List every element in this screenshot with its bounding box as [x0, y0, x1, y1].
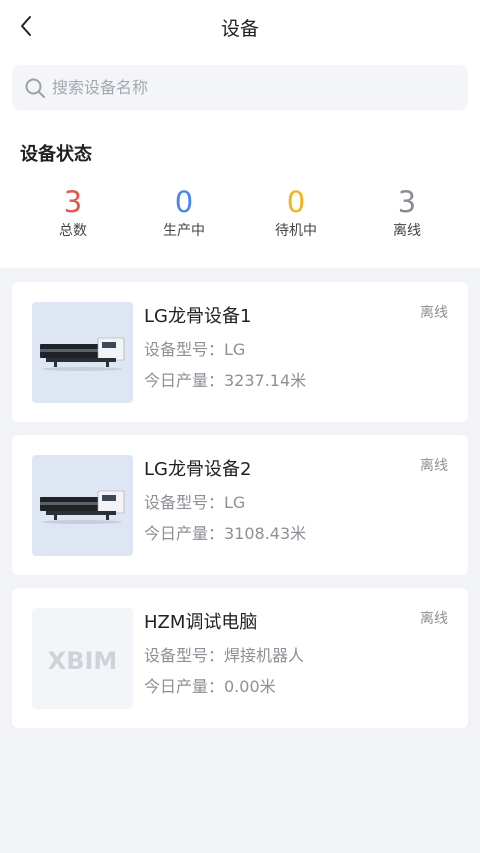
search-bar[interactable]: [12, 65, 468, 110]
stat-producing-label: 生产中: [163, 223, 205, 239]
device-status: 离线: [420, 305, 448, 321]
xbim-logo-text: XBIM: [48, 647, 118, 675]
device-model: 设备型号：焊接机器人: [144, 646, 305, 665]
stat-standby[interactable]: 0 待机中: [241, 186, 351, 240]
device-card[interactable]: LG龙骨设备1 设备型号：LG 今日产量：3237.14米 离线: [12, 282, 468, 422]
stat-total-value: 3: [63, 185, 83, 219]
device-machine-image: [32, 302, 133, 403]
nav-bar: 设备: [0, 0, 480, 54]
stat-total-label: 总数: [59, 223, 87, 239]
stat-offline-label: 离线: [393, 223, 421, 239]
stat-standby-value: 0: [286, 185, 306, 219]
stat-producing-value: 0: [174, 185, 194, 219]
status-section-title: 设备状态: [20, 144, 92, 165]
stat-total[interactable]: 3 总数: [18, 186, 128, 240]
device-card[interactable]: XBIM HZM调试电脑 设备型号：焊接机器人 今日产量：0.00米 离线: [12, 588, 468, 728]
stat-offline-value: 3: [397, 185, 417, 219]
device-output: 今日产量：3108.43米: [144, 524, 307, 543]
device-name: HZM调试电脑: [144, 612, 258, 633]
search-icon: [25, 78, 45, 98]
stat-offline[interactable]: 3 离线: [352, 186, 462, 240]
device-placeholder-image: XBIM: [32, 608, 133, 709]
search-input[interactable]: [52, 65, 452, 110]
page-title: 设备: [220, 18, 259, 40]
device-status: 离线: [420, 611, 448, 627]
device-name: LG龙骨设备1: [144, 306, 252, 327]
stat-producing[interactable]: 0 生产中: [129, 186, 239, 240]
device-model: 设备型号：LG: [144, 340, 246, 359]
device-model: 设备型号：LG: [144, 493, 246, 512]
device-name: LG龙骨设备2: [144, 459, 252, 480]
device-machine-image: [32, 455, 133, 556]
device-output: 今日产量：3237.14米: [144, 371, 307, 390]
device-output: 今日产量：0.00米: [144, 677, 276, 696]
status-stats: 3 总数 0 生产中 0 待机中 3 离线: [0, 186, 480, 246]
header-panel: 设备 设备状态 3 总数 0 生产中 0 待机中 3 离线: [0, 0, 480, 268]
device-status: 离线: [420, 458, 448, 474]
device-card[interactable]: LG龙骨设备2 设备型号：LG 今日产量：3108.43米 离线: [12, 435, 468, 575]
stat-standby-label: 待机中: [275, 223, 317, 239]
